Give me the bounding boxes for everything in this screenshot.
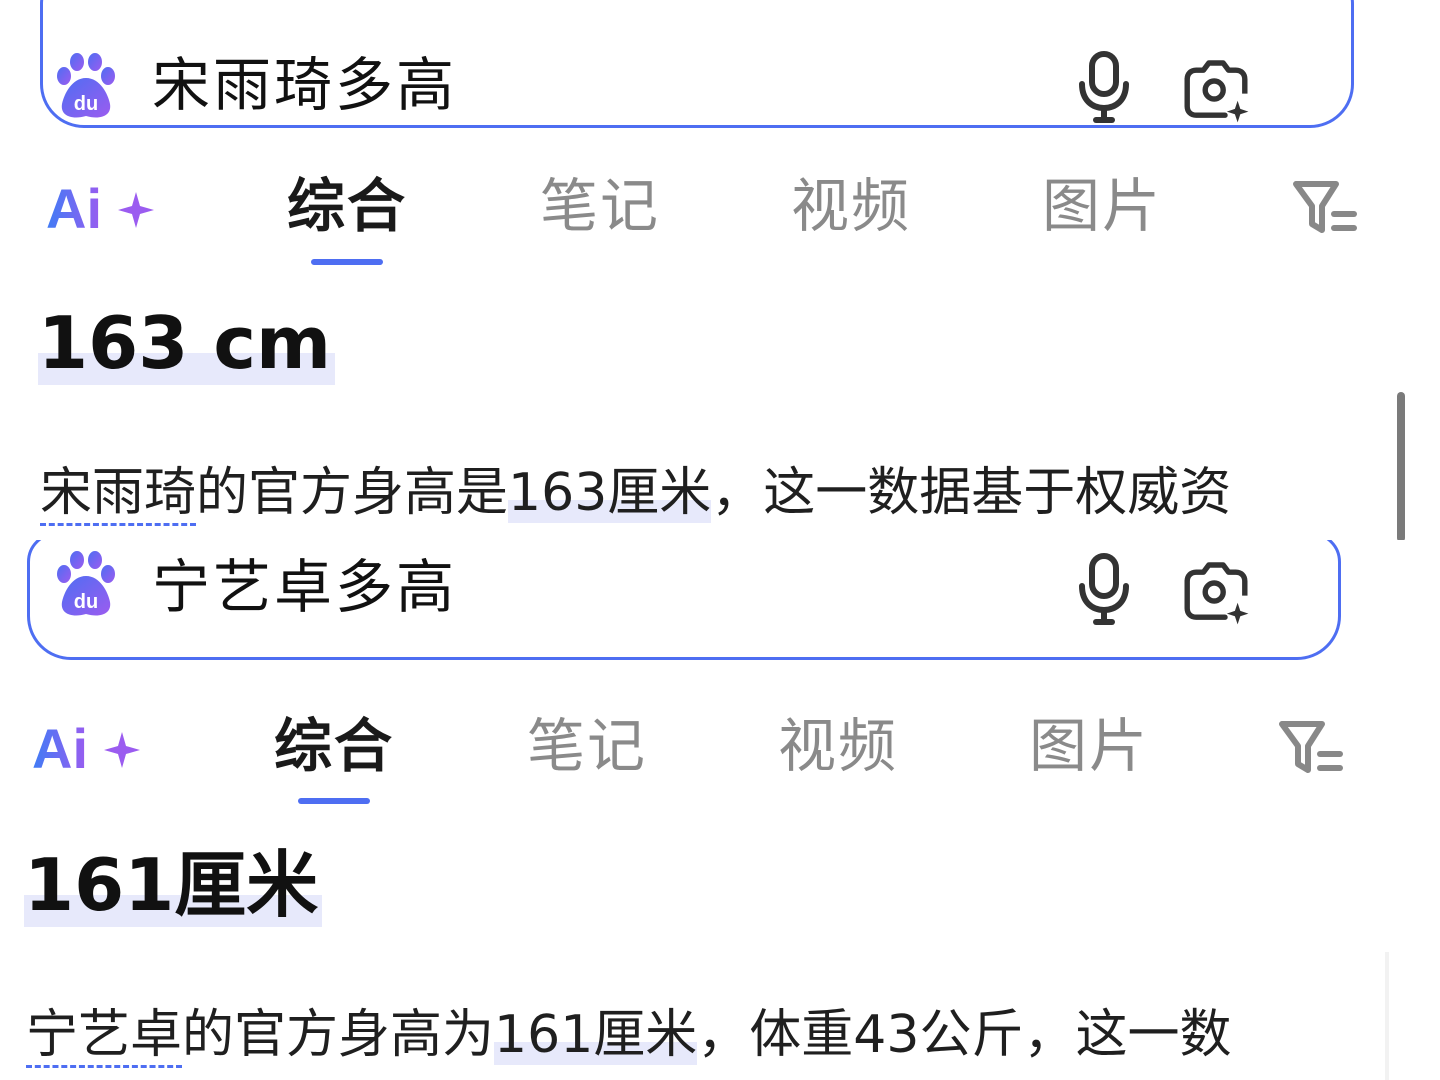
svg-text:Ai: Ai (46, 177, 102, 240)
desc-text-post: ，这一数据基于权威资 (711, 463, 1232, 523)
svg-text:du: du (74, 93, 98, 115)
scrollbar[interactable] (1397, 392, 1405, 540)
svg-text:Ai: Ai (32, 717, 88, 780)
desc-text-pre: 的官方身高是 (196, 463, 509, 523)
answer-value: 163 cm (38, 298, 336, 388)
camera-icon[interactable] (1180, 552, 1252, 632)
search-tabs: Ai 综合 笔记 视频 图片 (0, 700, 1440, 804)
answer-description: 宋雨琦的官方身高是163厘米，这一数据基于权威资 (40, 458, 1231, 528)
result-panel-1: du 宋雨琦多高 Ai 综合 笔记 视频 图片 163 cm 宋雨琦的官方身高是… (0, 0, 1440, 540)
answer-highlight: 161厘米 (24, 843, 323, 927)
svg-text:du: du (74, 591, 98, 613)
baidu-logo-icon: du (57, 53, 115, 118)
search-tabs: Ai 综合 笔记 视频 图片 (0, 160, 1440, 265)
desc-text-pre: 的官方身高为 (182, 1005, 495, 1065)
active-tab-indicator (311, 259, 383, 265)
tab-videos[interactable]: 视频 (778, 706, 898, 786)
ai-plus-icon[interactable]: Ai (44, 170, 164, 240)
microphone-icon[interactable] (1068, 48, 1140, 128)
result-panel-2: du 宁艺卓多高 Ai 综合 笔记 视频 图片 161厘米 宁艺卓的官方身高为1… (0, 540, 1440, 1080)
filter-icon[interactable] (1290, 174, 1360, 244)
tab-notes[interactable]: 笔记 (540, 166, 660, 246)
search-query-text[interactable]: 宋雨琦多高 (152, 50, 457, 120)
answer-highlight: 163 cm (38, 301, 336, 385)
search-query-text[interactable]: 宁艺卓多高 (152, 552, 457, 622)
desc-highlight-value: 163厘米 (508, 463, 712, 523)
tab-images[interactable]: 图片 (1029, 706, 1149, 786)
baidu-logo-icon: du (57, 551, 115, 616)
microphone-icon[interactable] (1068, 550, 1140, 630)
camera-icon[interactable] (1180, 50, 1252, 130)
entity-link[interactable]: 宋雨琦 (40, 463, 197, 526)
tab-comprehensive[interactable]: 综合 (287, 166, 407, 246)
tab-images[interactable]: 图片 (1042, 166, 1162, 246)
ai-plus-icon[interactable]: Ai (30, 710, 150, 780)
desc-highlight-value: 161厘米 (494, 1005, 698, 1065)
entity-link[interactable]: 宁艺卓 (26, 1005, 183, 1068)
desc-text-post: ，体重43公斤，这一数 (697, 1005, 1232, 1065)
tab-comprehensive[interactable]: 综合 (274, 706, 394, 786)
filter-icon[interactable] (1276, 714, 1346, 784)
scroll-track (1385, 952, 1389, 1080)
answer-value: 161厘米 (24, 840, 323, 930)
tab-notes[interactable]: 笔记 (527, 706, 647, 786)
answer-description: 宁艺卓的官方身高为161厘米，体重43公斤，这一数 (26, 1000, 1231, 1070)
active-tab-indicator (298, 798, 370, 804)
tab-videos[interactable]: 视频 (791, 166, 911, 246)
